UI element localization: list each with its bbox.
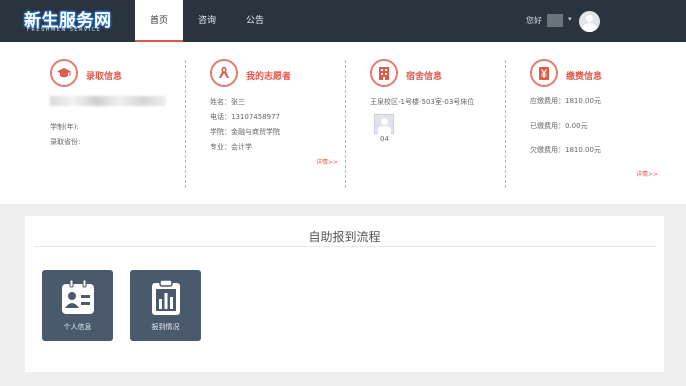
room-label: 04 <box>380 135 389 143</box>
study-years-label: 学制(年): <box>50 123 79 131</box>
process-panel: 自助报到流程 个人信息 报到情况 <box>25 216 664 372</box>
volunteer-card: 我的志愿者 姓名：张三 电话：13107458977 学院：金融与商贸学院 专业… <box>186 42 346 204</box>
info-panel: 录取信息 学制(年): 录取省份: 我的志愿者 姓名：张三 电话：1310745… <box>0 42 686 204</box>
tab-home[interactable]: 首页 <box>135 0 183 42</box>
redacted-name <box>50 96 166 106</box>
tab-consult[interactable]: 咨询 <box>183 0 231 42</box>
fee-details-link[interactable]: 详情>> <box>636 169 658 178</box>
roommate-avatar[interactable] <box>374 114 394 134</box>
graduation-cap-icon <box>50 59 78 87</box>
fee-card: 缴费信息 应缴费用：1810.00元 已缴费用：0.00元 欠缴费用：1810.… <box>506 42 686 204</box>
admission-province-label: 录取省份: <box>50 138 81 146</box>
admission-card: 录取信息 学制(年): 录取省份: <box>0 42 186 204</box>
fee-paid: 已缴费用：0.00元 <box>530 122 588 130</box>
card-title: 我的志愿者 <box>246 72 292 82</box>
volunteer-major: 专业：会计学 <box>210 143 252 151</box>
volunteer-college: 学院：金融与商贸学院 <box>210 128 280 136</box>
greeting-text: 您好 <box>526 16 542 25</box>
volunteer-phone: 电话：13107458977 <box>210 113 280 121</box>
card-title: 缴费信息 <box>566 72 603 82</box>
id-card-icon <box>62 279 94 314</box>
tile-label: 个人信息 <box>63 323 92 331</box>
card-title: 宿舍信息 <box>406 72 443 82</box>
divider <box>34 246 656 247</box>
ribbon-icon <box>210 59 238 87</box>
building-icon <box>370 59 398 87</box>
avatar[interactable] <box>579 11 600 32</box>
dorm-address: 王泉校区-1号楼-503室-03号床位 <box>370 98 475 106</box>
fee-due: 应缴费用：1810.00元 <box>530 97 601 105</box>
yen-icon <box>530 59 558 87</box>
top-navbar: 新生服务网 FRESHMEN SERVICE 首页 咨询 公告 您好 ▾ <box>0 0 686 42</box>
personal-info-tile[interactable]: 个人信息 <box>42 270 113 341</box>
username-redacted[interactable] <box>547 14 563 27</box>
process-title: 自助报到流程 <box>308 230 381 244</box>
chevron-down-icon[interactable]: ▾ <box>568 15 572 23</box>
card-title: 录取信息 <box>86 72 123 82</box>
volunteer-details-link[interactable]: 详情>> <box>316 157 338 166</box>
site-logo[interactable]: 新生服务网 FRESHMEN SERVICE <box>24 6 111 36</box>
volunteer-name: 姓名：张三 <box>210 98 245 106</box>
fee-owed: 欠缴费用：1810.00元 <box>530 146 601 154</box>
tile-label: 报到情况 <box>151 323 180 331</box>
clipboard-chart-icon <box>152 279 180 315</box>
tab-announcement[interactable]: 公告 <box>231 0 279 42</box>
logo-subtext: FRESHMEN SERVICE <box>27 27 102 33</box>
dorm-card: 宿舍信息 王泉校区-1号楼-503室-03号床位 04 <box>346 42 506 204</box>
registration-status-tile[interactable]: 报到情况 <box>130 270 201 341</box>
